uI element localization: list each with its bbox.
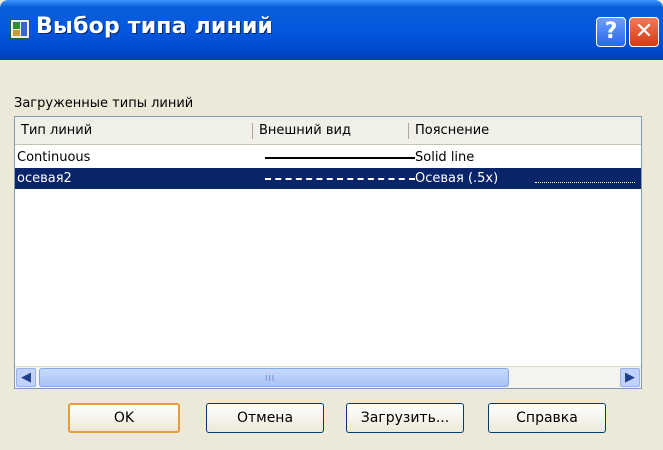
- linetype-name: Continuous: [17, 150, 91, 165]
- loaded-linetypes-label: Загруженные типы линий: [14, 96, 194, 111]
- scroll-grip-icon: III: [265, 374, 276, 383]
- help-button[interactable]: Справка: [488, 403, 606, 433]
- ok-button[interactable]: OK: [68, 403, 180, 433]
- linetype-preview-solid: [265, 157, 415, 159]
- column-header-linetype[interactable]: Тип линий: [15, 117, 252, 144]
- list-item[interactable]: Continuous Solid line: [15, 147, 641, 168]
- title-bar[interactable]: Выбор типа линий ? ✕: [0, 0, 663, 60]
- window-title: Выбор типа линий: [36, 14, 274, 39]
- cancel-button[interactable]: Отмена: [206, 403, 324, 433]
- scroll-left-icon[interactable]: ◀: [16, 368, 36, 387]
- help-icon[interactable]: ?: [596, 17, 626, 47]
- column-header-appearance[interactable]: Внешний вид: [253, 117, 408, 144]
- linetype-dialog: Выбор типа линий ? ✕ Загруженные типы ли…: [0, 0, 663, 450]
- list-item-selected[interactable]: осевая2 Осевая (.5x): [15, 168, 641, 189]
- column-header-description[interactable]: Пояснение: [409, 117, 639, 144]
- horizontal-scrollbar[interactable]: ◀ III ▶: [15, 366, 641, 388]
- list-header: Тип линий Внешний вид Пояснение: [15, 117, 641, 145]
- load-button[interactable]: Загрузить...: [346, 403, 464, 433]
- focus-dotted-line: [535, 182, 635, 183]
- linetype-name: осевая2: [17, 171, 72, 186]
- linetype-list[interactable]: Тип линий Внешний вид Пояснение Continuo…: [14, 116, 642, 389]
- linetype-description: Solid line: [415, 150, 475, 165]
- close-icon[interactable]: ✕: [629, 17, 659, 47]
- scroll-right-icon[interactable]: ▶: [620, 368, 640, 387]
- app-icon: [10, 19, 30, 39]
- linetype-preview-center: [265, 178, 415, 180]
- linetype-description: Осевая (.5x): [415, 171, 499, 186]
- scroll-thumb[interactable]: III: [39, 368, 509, 387]
